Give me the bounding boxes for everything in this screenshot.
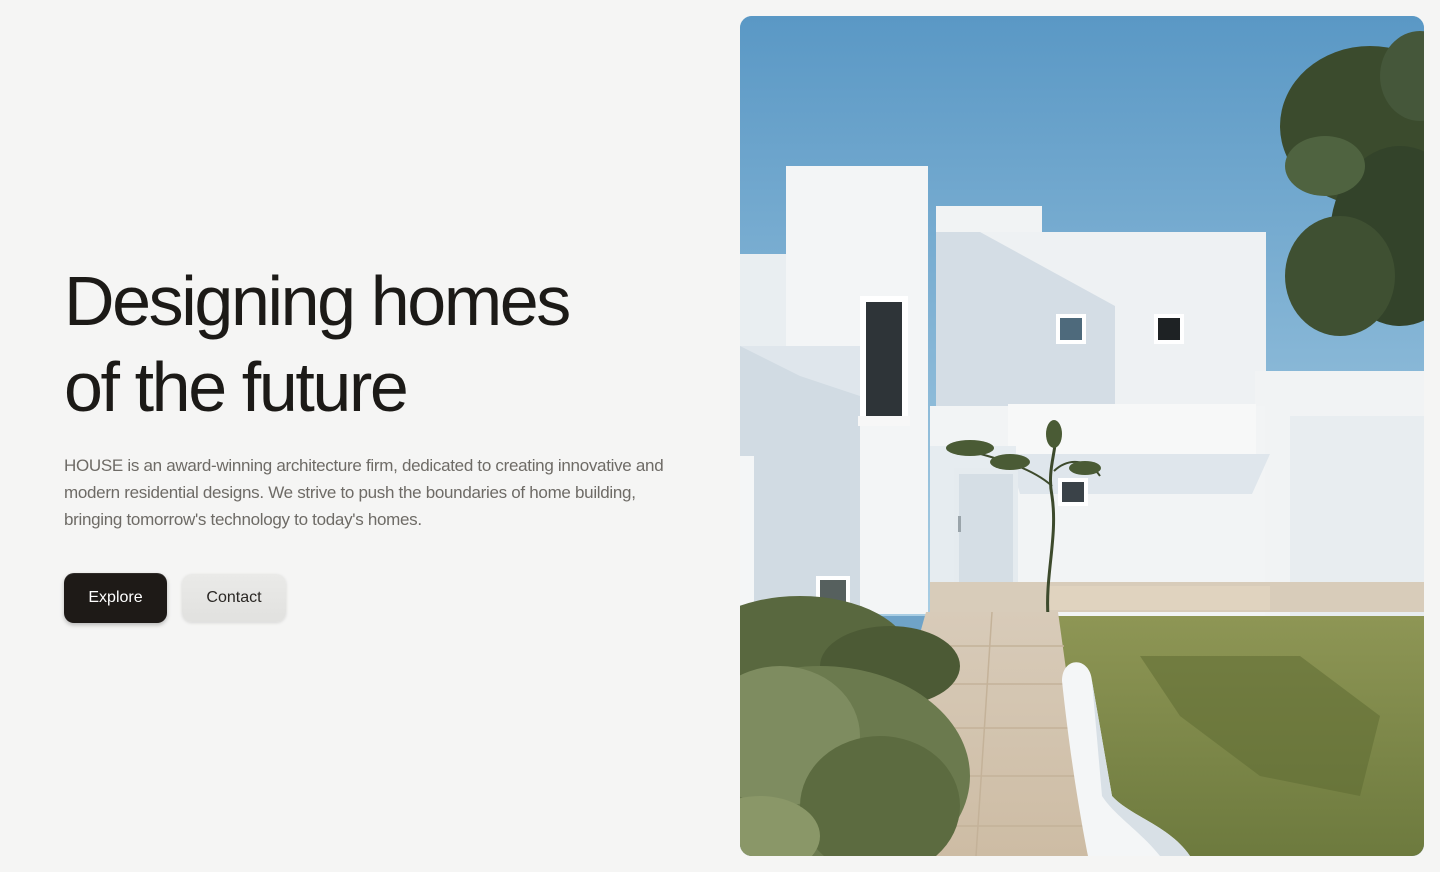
contact-button[interactable]: Contact	[182, 574, 286, 622]
hero-content: Designing homes of the future HOUSE is a…	[64, 258, 684, 623]
explore-button[interactable]: Explore	[64, 573, 167, 623]
hero-title-line-2: of the future	[64, 348, 409, 426]
hero-house-image	[740, 16, 1424, 856]
page: Designing homes of the future HOUSE is a…	[0, 0, 1440, 872]
hero-description: HOUSE is an award-winning architecture f…	[64, 456, 664, 529]
hero-title-line-1: Designing homes	[64, 262, 571, 340]
house-illustration	[740, 16, 1424, 856]
hero-actions: Explore Contact	[64, 573, 684, 623]
pine-tree	[1280, 31, 1424, 336]
hero-title: Designing homes of the future	[64, 258, 684, 430]
